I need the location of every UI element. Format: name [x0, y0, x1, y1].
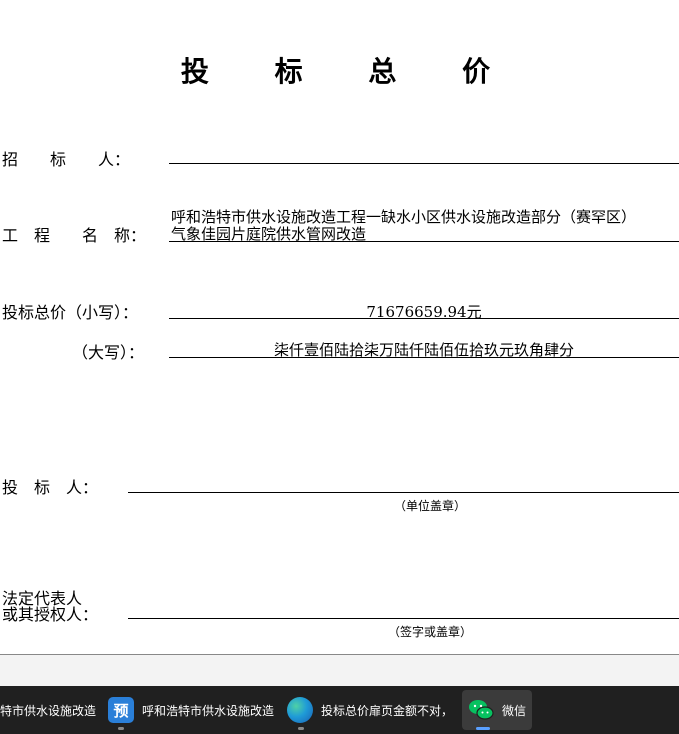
price-big-line [169, 357, 679, 358]
window-gap [0, 655, 679, 686]
taskbar-item-edge[interactable]: 投标总价扉页金额不对， [287, 686, 455, 734]
legal-rep-label-line2: 或其授权人： [2, 605, 99, 624]
page-title: 投 标 总 价 [180, 55, 519, 88]
running-indicator [118, 727, 124, 730]
price-small-line [169, 318, 679, 319]
preview-app-icon: 预 [108, 697, 134, 723]
bidder-note: （单位盖章） [394, 499, 467, 513]
taskbar-item-edge-label: 投标总价扉页金额不对， [321, 703, 454, 718]
project-name-line [169, 241, 679, 242]
document-page: 投 标 总 价 招 标 人： 工 程 名 称： 呼和浩特市供水设施改造工程一缺水… [0, 0, 679, 654]
taskbar-item-wechat[interactable]: 微信 [462, 690, 532, 730]
bidder-line [128, 492, 679, 493]
tenderer-line [169, 163, 679, 164]
legal-rep-note: （签字或盖章） [388, 625, 473, 639]
legal-rep-line [128, 618, 679, 619]
taskbar: 特市供水设施改造 预 呼和浩特市供水设施改造 投标总价扉页金额不对， 微信 [0, 686, 679, 734]
edge-browser-icon [287, 697, 313, 723]
taskbar-item-preview[interactable]: 预 呼和浩特市供水设施改造 [108, 686, 276, 734]
active-indicator [476, 727, 490, 730]
bidder-label: 投 标 人： [2, 478, 99, 497]
project-name-label: 工 程 名 称： [2, 226, 147, 245]
wechat-icon [468, 697, 494, 723]
taskbar-item-doc[interactable]: 特市供水设施改造 [0, 686, 100, 734]
taskbar-item-doc-label: 特市供水设施改造 [0, 703, 97, 718]
taskbar-item-preview-label: 呼和浩特市供水设施改造 [142, 703, 275, 718]
tenderer-label: 招 标 人： [2, 150, 131, 169]
running-indicator [298, 727, 304, 730]
taskbar-item-wechat-label: 微信 [502, 703, 527, 718]
price-big-label: （大写）： [72, 343, 145, 362]
price-small-label: 投标总价（小写）： [2, 303, 139, 322]
